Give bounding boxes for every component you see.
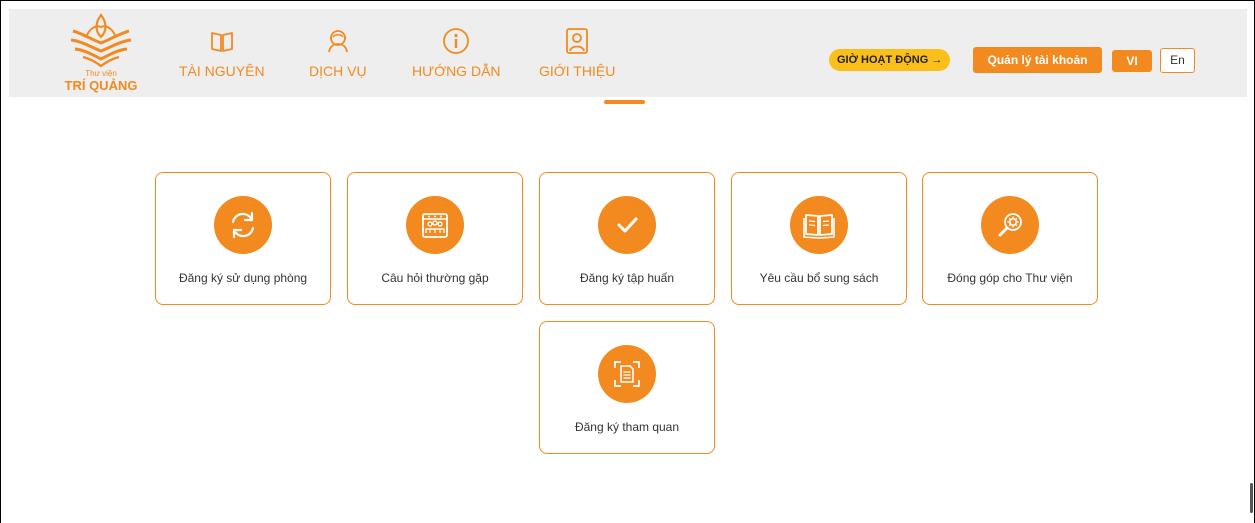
opening-hours-button[interactable]: GIỜ HOẠT ĐỘNG → (829, 49, 951, 71)
nav-dich-vu[interactable]: DỊCH VỤ (309, 25, 367, 95)
active-nav-indicator (604, 100, 645, 104)
nav-gioi-thieu[interactable]: GIỚI THIỆU (539, 25, 615, 95)
service-label: Đăng ký tập huấn (579, 271, 675, 285)
service-label: Đóng góp cho Thư viện (947, 271, 1073, 285)
language-vi-button[interactable]: VI (1112, 50, 1152, 72)
open-book-icon (790, 196, 848, 254)
page-scrollbar[interactable] (1250, 483, 1253, 513)
service-card-book-request[interactable]: Yêu cầu bổ sung sách (731, 172, 907, 305)
service-card-training[interactable]: Đăng ký tập huấn (539, 172, 715, 305)
lotus-logo-icon (70, 13, 132, 68)
library-logo[interactable]: Thư viện TRÍ QUẢNG (61, 13, 157, 95)
account-management-button[interactable]: Quản lý tài khoản (973, 47, 1102, 73)
service-label: Câu hỏi thường gặp (381, 271, 489, 285)
service-card-room-booking[interactable]: Đăng ký sử dụng phòng (155, 172, 331, 305)
service-person-icon (327, 30, 348, 53)
service-card-faq[interactable]: Câu hỏi thường gặp (347, 172, 523, 305)
language-en-button[interactable]: En (1160, 48, 1195, 73)
nav-label: HƯỚNG DẪN (412, 63, 501, 79)
service-label: Đăng ký sử dụng phòng (178, 271, 308, 285)
checkmark-icon (598, 196, 656, 254)
profile-card-icon (566, 28, 589, 54)
nav-label: GIỚI THIỆU (539, 63, 616, 79)
service-card-donate[interactable]: Đóng góp cho Thư viện (922, 172, 1098, 305)
service-label: Yêu cầu bổ sung sách (759, 271, 879, 285)
book-icon (210, 32, 233, 52)
group-calendar-icon (406, 196, 464, 254)
logo-title: TRÍ QUẢNG (64, 78, 138, 93)
nav-tai-nguyen[interactable]: TÀI NGUYÊN (179, 25, 265, 95)
logo-subtitle: Thư viện (85, 69, 117, 78)
service-card-visit[interactable]: Đăng ký tham quan (539, 321, 715, 454)
nav-label: DỊCH VỤ (309, 63, 367, 79)
service-label: Đăng ký tham quan (574, 420, 680, 434)
info-icon (443, 28, 470, 54)
nav-label: TÀI NGUYÊN (179, 63, 265, 79)
document-scan-icon (598, 345, 656, 403)
magnifier-gear-icon (981, 196, 1039, 254)
site-header: Thư viện TRÍ QUẢNG TÀI NGUYÊN DỊCH VỤ HƯ… (9, 9, 1247, 97)
nav-huong-dan[interactable]: HƯỚNG DẪN (412, 25, 501, 95)
refresh-icon (214, 196, 272, 254)
